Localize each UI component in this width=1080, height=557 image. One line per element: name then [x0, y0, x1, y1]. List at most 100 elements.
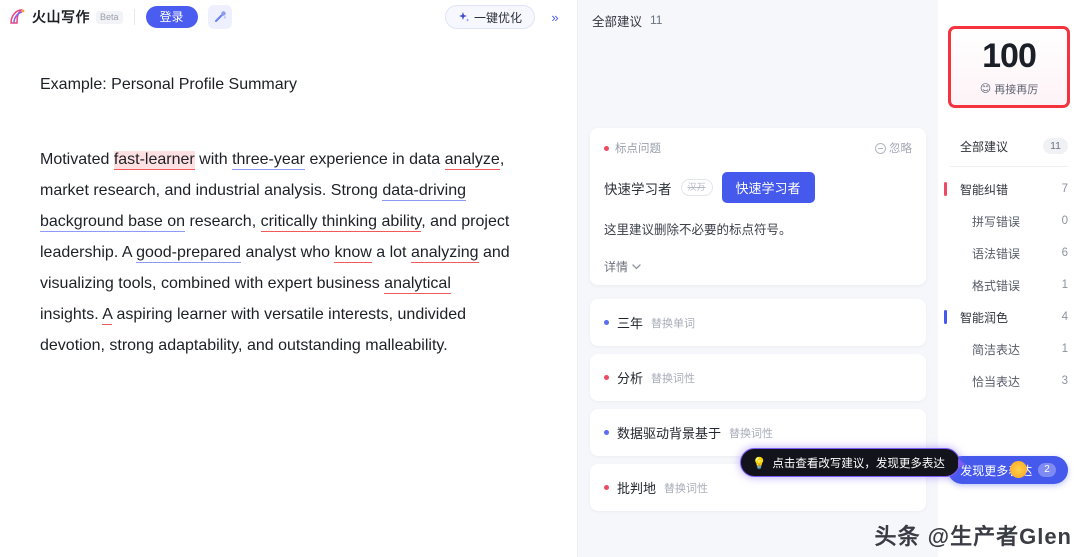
details-label: 详情 — [604, 260, 629, 274]
document-marked-span-11[interactable]: good-prepared — [136, 244, 242, 263]
document-marked-span-9[interactable]: critically thinking ability — [260, 213, 422, 232]
sidebar-item-count: 1 — [1061, 279, 1068, 291]
suggestions-header: 全部建议 11 — [578, 0, 938, 30]
suggestion-row-word: 批判地 — [617, 481, 657, 496]
ignore-button[interactable]: 忽略 — [875, 140, 912, 156]
suggestion-card-header: 标点问题 忽略 — [604, 140, 912, 156]
document-body[interactable]: Motivated fast-learner with three-year e… — [40, 144, 510, 361]
suggestion-row-0[interactable]: 三年 替换单词 — [590, 299, 926, 346]
document-marked-span-17[interactable]: analytical — [384, 275, 451, 294]
sparkle-glow-icon — [1010, 461, 1027, 478]
one-click-optimize-label: 一键优化 — [473, 10, 522, 25]
sidebar-item-label: 拼写错误 — [972, 214, 1021, 229]
severity-dot-icon — [604, 145, 609, 151]
sidebar-item-label: 全部建议 — [960, 139, 1009, 154]
watermark: 头条 @生产者Glen — [874, 524, 1072, 549]
original-text: 快速学习者 — [604, 181, 672, 197]
score-card: 100 😊 再接再厉 — [948, 26, 1070, 108]
suggestion-row-word: 数据驱动背景基于 — [617, 426, 722, 441]
beta-badge: Beta — [96, 10, 123, 24]
top-toolbar: 火山写作 Beta 登录 一键优化 » — [0, 0, 577, 34]
volcano-logo-icon — [10, 9, 25, 24]
sidebar-item-spelling-errors[interactable]: 拼写错误 0 — [938, 205, 1080, 237]
document-marked-span-15[interactable]: analyzing — [410, 244, 479, 263]
suggestion-row-word: 分析 — [617, 371, 644, 386]
sidebar-item-count: 3 — [1061, 375, 1068, 387]
sidebar-item-label: 恰当表达 — [972, 374, 1021, 389]
suggestion-row-kind: 替换词性 — [664, 482, 709, 495]
sidebar-item-count: 4 — [1061, 311, 1068, 323]
app-window: 火山写作 Beta 登录 一键优化 » Example: Personal Pr… — [0, 0, 1080, 557]
sidebar-item-concise-expression[interactable]: 简洁表达 1 — [938, 333, 1080, 365]
details-toggle[interactable]: 详情 — [604, 258, 912, 275]
magic-wand-icon[interactable] — [207, 5, 232, 29]
sparkle-icon — [458, 12, 470, 22]
sidebar-item-count: 0 — [1061, 215, 1068, 227]
suggestion-row-1[interactable]: 分析 替换词性 — [590, 354, 926, 401]
sidebar-item-label: 简洁表达 — [972, 342, 1021, 357]
suggestion-card-active[interactable]: 标点问题 忽略 快速学习者 汉万 快速学习者 这里建议删除不必要的标点符号。 详… — [590, 128, 926, 285]
suggestion-row-kind: 替换单词 — [651, 317, 696, 330]
sidebar-item-count: 6 — [1061, 247, 1068, 259]
document-title: Example: Personal Profile Summary — [40, 76, 297, 93]
score-number-text: 100 — [982, 36, 1037, 75]
magic-wand-glyph — [214, 11, 226, 22]
replacement-row: 快速学习者 汉万 快速学习者 — [604, 172, 912, 203]
document-marked-span-5[interactable]: analyze — [444, 151, 500, 170]
suggestion-row-kind: 替换词性 — [651, 372, 696, 385]
sidebar-item-count: 1 — [1061, 343, 1068, 355]
sidebar-item-label: 语法错误 — [972, 246, 1021, 261]
score-sidebar: 100 😊 再接再厉 全部建议 11 智能纠错 7 拼写错误 0 语法错误 6 … — [938, 0, 1080, 557]
rewrite-hint-text: 点击查看改写建议，发现更多表达 — [772, 457, 945, 470]
suggestion-row-kind: 替换词性 — [729, 427, 774, 440]
lightbulb-icon: 💡 — [752, 457, 767, 470]
score-caption-text: 再接再厉 — [994, 83, 1039, 96]
sidebar-item-appropriate-expression[interactable]: 恰当表达 3 — [938, 365, 1080, 397]
ignore-label: 忽略 — [889, 143, 912, 155]
sidebar-item-count: 7 — [1061, 183, 1068, 195]
suggestion-type-tag: 标点问题 — [604, 140, 661, 156]
document-marked-span-3[interactable]: three-year — [232, 151, 305, 170]
suggestion-description: 这里建议删除不必要的标点符号。 — [604, 223, 792, 237]
sidebar-item-label: 智能润色 — [960, 310, 1009, 325]
suggestions-header-label: 全部建议 — [592, 14, 643, 29]
sidebar-item-label: 格式错误 — [972, 278, 1021, 293]
document-canvas[interactable]: Example: Personal Profile Summary Motiva… — [0, 34, 577, 557]
suggestion-row-word: 三年 — [617, 316, 644, 331]
sidebar-divider — [950, 166, 1068, 167]
double-chevron-right-icon[interactable]: » — [543, 5, 567, 29]
sidebar-item-label: 智能纠错 — [960, 182, 1009, 197]
brand-name: 火山写作 — [32, 9, 90, 25]
suggestion-type-label: 标点问题 — [615, 143, 661, 155]
severity-dot-icon — [604, 430, 609, 435]
editor-pane: 火山写作 Beta 登录 一键优化 » Example: Personal Pr… — [0, 0, 578, 557]
arrow-pill: 汉万 — [680, 179, 713, 196]
brand: 火山写作 Beta — [8, 7, 123, 27]
chevron-down-icon — [632, 263, 641, 269]
category-list: 全部建议 11 智能纠错 7 拼写错误 0 语法错误 6 格式错误 1 智能润色… — [938, 130, 1080, 397]
score-value: 100 — [979, 36, 1039, 75]
sidebar-item-all-suggestions[interactable]: 全部建议 11 — [938, 130, 1080, 162]
sidebar-item-grammar-errors[interactable]: 语法错误 6 — [938, 237, 1080, 269]
sidebar-item-count: 11 — [1043, 138, 1068, 154]
apply-replacement-button[interactable]: 快速学习者 — [721, 172, 815, 203]
minus-circle-icon — [875, 142, 886, 154]
document-marked-span-19[interactable]: A — [102, 306, 113, 325]
document-marked-span-1[interactable]: fast-learner — [113, 151, 195, 170]
severity-dot-icon — [604, 485, 609, 490]
accent-bar-icon — [944, 310, 947, 324]
accent-bar-icon — [944, 182, 947, 196]
one-click-optimize-button[interactable]: 一键优化 — [444, 5, 535, 29]
sidebar-item-smart-correction[interactable]: 智能纠错 7 — [938, 173, 1080, 205]
document-marked-span-13[interactable]: know — [334, 244, 372, 263]
sidebar-item-format-errors[interactable]: 格式错误 1 — [938, 269, 1080, 301]
severity-dot-icon — [604, 375, 609, 380]
discover-more-count: 2 — [1038, 463, 1056, 477]
sidebar-item-smart-polish[interactable]: 智能润色 4 — [938, 301, 1080, 333]
login-button[interactable]: 登录 — [145, 6, 198, 28]
discover-more-expressions-button[interactable]: 发现更多表达 2 — [948, 456, 1068, 484]
grinning-face-emoji: 😊 — [979, 83, 992, 95]
suggestions-header-count: 11 — [650, 13, 663, 27]
score-caption: 😊 再接再厉 — [980, 81, 1038, 97]
severity-dot-icon — [604, 320, 609, 325]
